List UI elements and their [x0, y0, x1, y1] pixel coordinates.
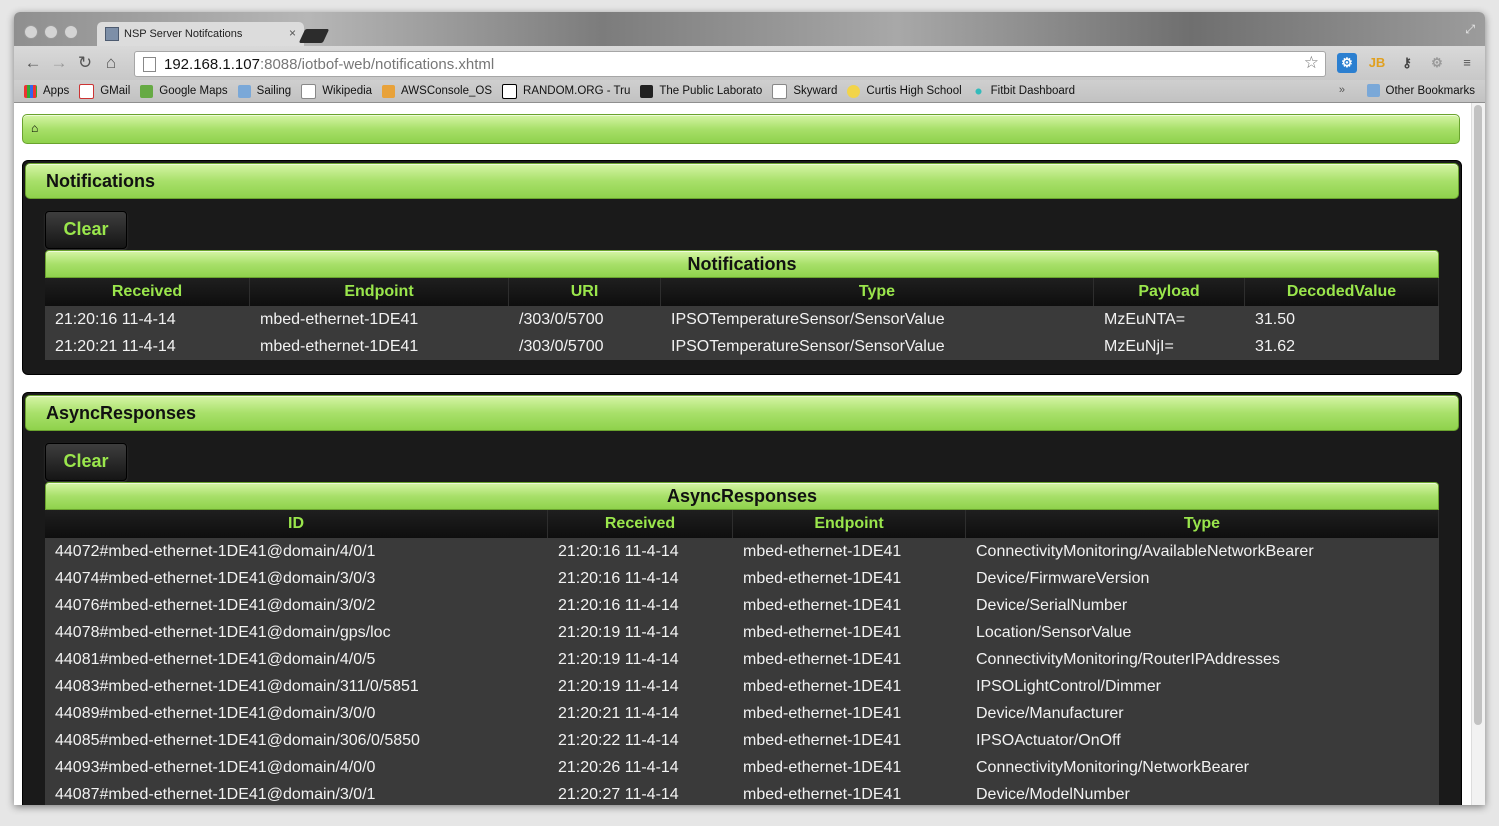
- async-responses-table: AsyncResponses ID Received Endpoint Type…: [45, 482, 1439, 805]
- url-path: :8088/iotbof-web/notifications.xhtml: [259, 55, 495, 73]
- notifications-table: Notifications Received Endpoint URI Type…: [45, 250, 1439, 360]
- random-org-icon: [502, 83, 518, 99]
- jetbrains-extension-icon[interactable]: JB: [1367, 53, 1387, 73]
- gmail-icon: [79, 83, 95, 99]
- bookmarks-bar: Apps GMail Google Maps Sailing Wikipedia…: [14, 80, 1485, 103]
- zoom-window-button[interactable]: [64, 25, 78, 39]
- page-icon: [143, 56, 156, 72]
- extension-shield-icon[interactable]: ⚙: [1337, 53, 1357, 73]
- wikipedia-icon: [301, 83, 317, 99]
- column-header-id[interactable]: ID: [45, 510, 548, 538]
- notifications-clear-button[interactable]: Clear: [45, 211, 127, 249]
- back-arrow-icon[interactable]: ←: [20, 53, 46, 73]
- page-content: ⌂ Notifications Clear Notifications Rece…: [14, 103, 1472, 805]
- bookmark-google-maps[interactable]: Google Maps: [140, 84, 228, 98]
- bookmark-fitbit[interactable]: Fitbit Dashboard: [971, 84, 1075, 98]
- browser-window: NSP Server Notifcations × ⤢ ← → ↻ ⌂ 192.…: [14, 12, 1485, 805]
- tab-title: NSP Server Notifcations: [124, 28, 243, 40]
- table-row[interactable]: 21:20:21 11-4-14 mbed-ethernet-1DE41 /30…: [45, 333, 1439, 360]
- page-favicon-icon: [105, 27, 119, 41]
- bookmark-gmail[interactable]: GMail: [79, 83, 130, 99]
- column-header-type[interactable]: Type: [661, 278, 1094, 306]
- table-row[interactable]: 44078#mbed-ethernet-1DE41@domain/gps/loc…: [45, 619, 1439, 646]
- async-responses-clear-button[interactable]: Clear: [45, 443, 127, 481]
- bookmark-skyward[interactable]: Skyward: [772, 83, 837, 99]
- bookmark-apps[interactable]: Apps: [24, 84, 69, 98]
- more-bookmarks-chevron-icon[interactable]: »: [1339, 84, 1345, 96]
- window-controls: [24, 25, 78, 39]
- folder-icon: [1366, 84, 1380, 97]
- notifications-panel: Notifications Clear Notifications Receiv…: [22, 160, 1462, 375]
- apps-grid-icon: [24, 84, 37, 98]
- async-responses-panel: AsyncResponses Clear AsyncResponses ID R…: [22, 392, 1462, 805]
- column-header-received[interactable]: Received: [45, 278, 250, 306]
- gear-icon[interactable]: ⚙: [1427, 53, 1447, 73]
- async-responses-panel-title: AsyncResponses: [46, 403, 197, 423]
- table-row[interactable]: 44093#mbed-ethernet-1DE41@domain/4/0/0 2…: [45, 754, 1439, 781]
- minimize-window-button[interactable]: [44, 25, 58, 39]
- tab-active[interactable]: NSP Server Notifcations ×: [97, 22, 304, 46]
- school-icon: [847, 84, 861, 98]
- page-icon: [772, 83, 788, 99]
- column-header-decodedvalue[interactable]: DecodedValue: [1245, 278, 1439, 306]
- column-header-received[interactable]: Received: [548, 510, 733, 538]
- column-header-payload[interactable]: Payload: [1094, 278, 1245, 306]
- bookmark-random-org[interactable]: RANDOM.ORG - Tru: [502, 83, 630, 99]
- table-row[interactable]: 44085#mbed-ethernet-1DE41@domain/306/0/5…: [45, 727, 1439, 754]
- table-row[interactable]: 44074#mbed-ethernet-1DE41@domain/3/0/3 2…: [45, 565, 1439, 592]
- menu-icon[interactable]: ≡: [1457, 53, 1477, 73]
- close-window-button[interactable]: [24, 25, 38, 39]
- table-row[interactable]: 44081#mbed-ethernet-1DE41@domain/4/0/5 2…: [45, 646, 1439, 673]
- table-row[interactable]: 44072#mbed-ethernet-1DE41@domain/4/0/1 2…: [45, 538, 1439, 565]
- table-row[interactable]: 44089#mbed-ethernet-1DE41@domain/3/0/0 2…: [45, 700, 1439, 727]
- column-header-type[interactable]: Type: [966, 510, 1439, 538]
- folder-icon: [237, 84, 251, 98]
- address-bar[interactable]: 192.168.1.107:8088/iotbof-web/notificati…: [134, 51, 1326, 77]
- new-tab-button[interactable]: [298, 29, 330, 43]
- other-bookmarks[interactable]: Other Bookmarks: [1366, 84, 1475, 97]
- async-responses-panel-header: AsyncResponses: [25, 395, 1459, 431]
- aws-icon: [382, 84, 396, 98]
- bookmark-star-icon[interactable]: ☆: [1304, 53, 1319, 73]
- notifications-table-header: Received Endpoint URI Type Payload Decod…: [45, 278, 1439, 306]
- async-responses-table-caption: AsyncResponses: [45, 482, 1439, 510]
- key-icon[interactable]: ⚷: [1397, 53, 1417, 73]
- table-row[interactable]: 44083#mbed-ethernet-1DE41@domain/311/0/5…: [45, 673, 1439, 700]
- fullscreen-icon[interactable]: ⤢: [1465, 22, 1475, 37]
- bookmark-public-laboratory[interactable]: The Public Laborato: [640, 84, 762, 98]
- table-row[interactable]: 44087#mbed-ethernet-1DE41@domain/3/0/1 2…: [45, 781, 1439, 805]
- extension-icons: ⚙ JB ⚷ ⚙ ≡: [1337, 53, 1477, 73]
- notifications-panel-header: Notifications: [25, 163, 1459, 199]
- table-row[interactable]: 21:20:16 11-4-14 mbed-ethernet-1DE41 /30…: [45, 306, 1439, 333]
- column-header-endpoint[interactable]: Endpoint: [250, 278, 509, 306]
- reload-icon[interactable]: ↻: [72, 53, 98, 73]
- browser-toolbar: ← → ↻ ⌂ 192.168.1.107:8088/iotbof-web/no…: [14, 46, 1485, 80]
- table-row[interactable]: 44076#mbed-ethernet-1DE41@domain/3/0/2 2…: [45, 592, 1439, 619]
- notifications-table-caption: Notifications: [45, 250, 1439, 278]
- home-icon[interactable]: ⌂: [31, 121, 38, 135]
- scrollbar-thumb[interactable]: [1474, 105, 1482, 725]
- close-tab-icon[interactable]: ×: [289, 26, 296, 40]
- column-header-uri[interactable]: URI: [509, 278, 661, 306]
- forward-arrow-icon[interactable]: →: [46, 53, 72, 73]
- async-responses-table-header: ID Received Endpoint Type: [45, 510, 1439, 538]
- maps-icon: [140, 84, 154, 98]
- tab-strip: NSP Server Notifcations × ⤢: [14, 12, 1485, 46]
- bookmark-awsconsole[interactable]: AWSConsole_OS: [382, 84, 492, 98]
- home-bar: ⌂: [22, 114, 1460, 144]
- page-scrollbar[interactable]: [1471, 103, 1485, 805]
- column-header-endpoint[interactable]: Endpoint: [733, 510, 966, 538]
- fitbit-icon: [971, 84, 985, 98]
- public-lab-icon: [640, 84, 654, 98]
- bookmark-wikipedia[interactable]: Wikipedia: [301, 83, 372, 99]
- bookmark-sailing[interactable]: Sailing: [237, 84, 291, 98]
- url-host: 192.168.1.107: [164, 55, 260, 73]
- home-icon[interactable]: ⌂: [98, 53, 124, 73]
- bookmark-curtis-high-school[interactable]: Curtis High School: [847, 84, 962, 98]
- notifications-panel-title: Notifications: [46, 171, 156, 191]
